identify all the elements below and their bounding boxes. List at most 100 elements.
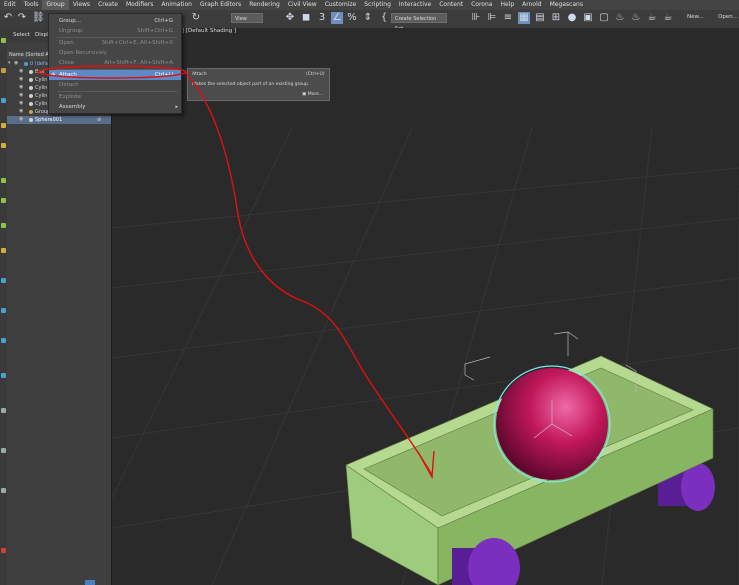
tooltip-more-link[interactable]: ▣ More... bbox=[302, 92, 323, 97]
render-icon[interactable]: ♨ bbox=[630, 12, 642, 24]
percent-snap-icon[interactable]: % bbox=[346, 12, 358, 24]
eye-icon[interactable]: ◉ bbox=[19, 93, 24, 98]
menu-edit[interactable]: Edit bbox=[0, 0, 20, 10]
eye-icon[interactable]: ◉ bbox=[19, 117, 24, 122]
hierarchy-icon[interactable] bbox=[1, 98, 6, 103]
menu-item-detach[interactable]: Detach bbox=[49, 80, 181, 90]
motion-icon[interactable] bbox=[1, 123, 6, 128]
attach-icon: ⊕ bbox=[51, 72, 56, 78]
tab-select[interactable]: Select bbox=[13, 32, 30, 38]
snap-icon[interactable]: 3 bbox=[316, 12, 328, 24]
menu-item-assembly[interactable]: Assembly ▸ bbox=[49, 102, 181, 112]
spinner-snap-icon[interactable]: ⇕ bbox=[362, 12, 374, 24]
mirror-icon[interactable]: ⊪ bbox=[470, 12, 482, 24]
tool-icon-2[interactable] bbox=[1, 408, 6, 413]
schematic-icon[interactable]: ⊞ bbox=[550, 12, 562, 24]
utility-icon[interactable] bbox=[1, 178, 6, 183]
scroll-indicator[interactable] bbox=[85, 580, 95, 585]
create-icon[interactable] bbox=[1, 38, 6, 43]
record-icon[interactable] bbox=[1, 548, 6, 553]
system-icon[interactable] bbox=[1, 338, 6, 343]
angle-snap-icon[interactable]: ∠ bbox=[331, 12, 343, 24]
tree-row-label: Sphere001 bbox=[35, 117, 63, 123]
view-dropdown[interactable]: View bbox=[231, 13, 263, 23]
menu-interactive[interactable]: Interactive bbox=[395, 0, 435, 10]
freeze-icon[interactable]: ⊛ bbox=[97, 116, 101, 124]
menu-item-open-recursively[interactable]: Open Recursively bbox=[49, 48, 181, 58]
tree-row-label: Cylin bbox=[35, 85, 48, 91]
menu-graph-editors[interactable]: Graph Editors bbox=[196, 0, 245, 10]
object-icon bbox=[29, 78, 33, 82]
scene-explorer-icon[interactable]: ▦ bbox=[518, 12, 530, 24]
redo-icon[interactable]: ↷ bbox=[16, 12, 28, 24]
menu-customize[interactable]: Customize bbox=[321, 0, 361, 10]
tree-row-label: Cylin bbox=[35, 77, 48, 83]
eye-icon[interactable]: ◉ bbox=[19, 109, 24, 114]
eye-icon[interactable]: ◉ bbox=[19, 77, 24, 82]
menu-views[interactable]: Views bbox=[69, 0, 94, 10]
menu-tools[interactable]: Tools bbox=[20, 0, 43, 10]
eye-icon[interactable]: ◉ bbox=[14, 61, 19, 66]
menu-rendering[interactable]: Rendering bbox=[245, 0, 284, 10]
perspective-viewport[interactable]: ] [Default Shading ] bbox=[112, 28, 739, 585]
tool-icon[interactable] bbox=[1, 373, 6, 378]
open-button[interactable]: Open... bbox=[718, 14, 738, 20]
menu-megascans[interactable]: Megascans bbox=[546, 0, 587, 10]
menu-create[interactable]: Create bbox=[94, 0, 122, 10]
menu-help[interactable]: Help bbox=[496, 0, 518, 10]
expand-icon[interactable]: ▾ bbox=[8, 61, 13, 66]
tool-icon-3[interactable] bbox=[1, 448, 6, 453]
move-icon[interactable]: ✥ bbox=[284, 12, 296, 24]
teapot-icon[interactable]: ♨ bbox=[614, 12, 626, 24]
undo-icon[interactable]: ↶ bbox=[2, 12, 14, 24]
menu-item-attach[interactable]: ⊕ Attach Ctrl+U bbox=[49, 70, 181, 80]
teapot-icon[interactable]: ☕ bbox=[646, 12, 658, 24]
render-setup-icon[interactable]: ▣ bbox=[582, 12, 594, 24]
viewport-scene bbox=[112, 127, 739, 585]
menu-scripting[interactable]: Scripting bbox=[360, 0, 395, 10]
camera-icon[interactable] bbox=[1, 248, 6, 253]
menu-bar: Edit Tools Group Views Create Modifiers … bbox=[0, 0, 739, 10]
render-frame-icon[interactable]: ▢ bbox=[598, 12, 610, 24]
menu-arnold[interactable]: Arnold bbox=[518, 0, 545, 10]
submenu-arrow-icon: ▸ bbox=[175, 104, 178, 110]
curve-editor-icon[interactable]: ▤ bbox=[534, 12, 546, 24]
new-button[interactable]: New... bbox=[687, 14, 704, 20]
object-icon bbox=[29, 86, 33, 90]
menu-civil-view[interactable]: Civil View bbox=[284, 0, 321, 10]
menu-group[interactable]: Group bbox=[42, 0, 69, 10]
menu-item-close[interactable]: Close Alt+Shift+F, Alt+Shift+A bbox=[49, 58, 181, 68]
menu-item-explode[interactable]: Explode bbox=[49, 92, 181, 102]
spacewarp-icon[interactable] bbox=[1, 308, 6, 313]
tool-icon-4[interactable] bbox=[1, 488, 6, 493]
object-icon bbox=[29, 94, 33, 98]
scale-icon[interactable]: ◼ bbox=[300, 12, 312, 24]
eye-icon[interactable]: ◉ bbox=[19, 69, 24, 74]
menu-item-group[interactable]: Group... Ctrl+G bbox=[49, 16, 181, 26]
material-editor-icon[interactable]: ● bbox=[566, 12, 578, 24]
rotate-icon[interactable]: ↻ bbox=[190, 12, 202, 24]
menu-corona[interactable]: Corona bbox=[467, 0, 496, 10]
align-icon[interactable]: ⊫ bbox=[486, 12, 498, 24]
light-icon[interactable] bbox=[1, 223, 6, 228]
modify-icon[interactable] bbox=[1, 68, 6, 73]
tree-row-label: 0 (defa bbox=[30, 61, 48, 67]
group-dropdown-menu: Group... Ctrl+G Ungroup Shift+Ctrl+G Ope… bbox=[48, 13, 182, 114]
menu-item-open[interactable]: Open Shift+Ctrl+E, Alt+Shift+X bbox=[49, 38, 181, 48]
link-icon[interactable]: ⛓ bbox=[32, 12, 45, 24]
helper-icon[interactable] bbox=[1, 278, 6, 283]
tree-row-selected[interactable]: ◉ Sphere001 ⊛ bbox=[7, 116, 111, 124]
menu-content[interactable]: Content bbox=[435, 0, 467, 10]
menu-animation[interactable]: Animation bbox=[157, 0, 196, 10]
teapot-icon[interactable]: ☕ bbox=[662, 12, 674, 24]
display-icon[interactable] bbox=[1, 143, 6, 148]
selection-set-dropdown[interactable]: Create Selection Set bbox=[391, 13, 447, 32]
edit-named-selection-icon[interactable]: { bbox=[378, 12, 390, 24]
tab-display[interactable]: Displ bbox=[35, 32, 49, 38]
layer-icon[interactable]: ≡ bbox=[502, 12, 514, 24]
menu-item-ungroup[interactable]: Ungroup Shift+Ctrl+G bbox=[49, 26, 181, 36]
eye-icon[interactable]: ◉ bbox=[19, 101, 24, 106]
shape-icon[interactable] bbox=[1, 198, 6, 203]
eye-icon[interactable]: ◉ bbox=[19, 85, 24, 90]
menu-modifiers[interactable]: Modifiers bbox=[122, 0, 157, 10]
